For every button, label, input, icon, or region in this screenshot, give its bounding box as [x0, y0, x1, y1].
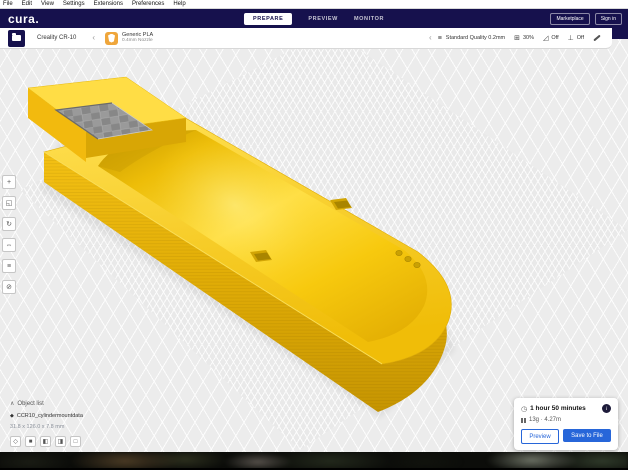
tool-panel: + ◱ ↻ ⇔ ≡ ⊘ [2, 175, 16, 294]
view-orientation-buttons: ◇ ■ ◧ ◨ □ [10, 436, 83, 447]
view-left-button[interactable]: ◧ [40, 436, 51, 447]
custom-settings-button[interactable] [592, 33, 602, 43]
per-model-settings-button[interactable]: ≡ [2, 259, 16, 273]
menu-preferences[interactable]: Preferences [132, 0, 164, 8]
caret-up-icon: ∧ [10, 401, 15, 407]
info-icon[interactable]: i [602, 404, 611, 413]
tab-monitor[interactable]: MONITOR [354, 16, 384, 22]
cura-logo: cura. [8, 11, 40, 26]
adhesion-icon: ⊥ [567, 35, 574, 42]
material-shield-icon [108, 33, 116, 43]
print-time: 1 hour 50 minutes [530, 405, 586, 412]
view-top-button[interactable]: □ [70, 436, 81, 447]
cura-window: File Edit View Settings Extensions Prefe… [0, 0, 628, 470]
video-strip-image [0, 452, 628, 470]
adhesion-value: Off [576, 35, 584, 41]
sign-in-button[interactable]: Sign in [594, 12, 622, 25]
infill-setting[interactable]: ⊞ 30% [514, 34, 534, 42]
support-blocker-button[interactable]: ⊘ [2, 280, 16, 294]
preview-button[interactable]: Preview [521, 429, 559, 444]
adhesion-setting[interactable]: ⊥ Off [568, 34, 584, 42]
menu-settings[interactable]: Settings [63, 0, 85, 8]
menu-file[interactable]: File [3, 0, 13, 8]
view-right-button[interactable]: ◨ [55, 436, 66, 447]
folder-icon [12, 33, 21, 41]
material-icon[interactable] [105, 31, 119, 45]
nozzle-size: 0.4mm Nozzle [122, 38, 153, 44]
material-selector[interactable]: Generic PLA 0.4mm Nozzle [122, 32, 153, 44]
app-header: cura. PREPARE PREVIEW MONITOR Marketplac… [0, 9, 628, 28]
scale-tool-button[interactable]: ◱ [2, 196, 16, 210]
model-name: CCR10_cylindermountdata [16, 413, 83, 419]
stage-tabs: PREPARE PREVIEW MONITOR [243, 9, 384, 28]
view-3d-button[interactable]: ◇ [10, 436, 21, 447]
model-cube-icon: ◆ [10, 413, 14, 419]
infill-icon: ⊞ [514, 35, 520, 42]
pencil-icon [593, 34, 601, 42]
video-strip [0, 452, 628, 470]
filament-icon [521, 417, 526, 423]
tab-prepare[interactable]: PREPARE [243, 12, 293, 25]
menu-edit[interactable]: Edit [22, 0, 32, 8]
marketplace-button[interactable]: Marketplace [550, 12, 590, 25]
infill-value: 30% [522, 35, 534, 41]
support-icon: ◿ [543, 35, 549, 42]
object-list-title: Object list [17, 400, 44, 407]
print-estimate-panel: ◷ 1 hour 50 minutes i 13g · 4.27m Previe… [514, 398, 618, 450]
viewport-3d[interactable]: + ◱ ↻ ⇔ ≡ ⊘ ∧ Object list ◆ CCR10_cylind… [0, 39, 628, 452]
profile-layers-icon: ≡ [437, 34, 442, 42]
support-value: Off [551, 35, 559, 41]
printer-selector[interactable]: Creality CR-10 [37, 35, 76, 41]
clock-icon: ◷ [521, 405, 528, 413]
object-list-panel: ∧ Object list ◆ CCR10_cylindermountdata … [10, 400, 83, 447]
model-dimensions: 31.8 x 126.0 x 7.8 mm [10, 424, 65, 430]
material-usage: 13g · 4.27m [529, 417, 562, 423]
support-setting[interactable]: ◿ Off [543, 34, 559, 42]
object-list-toggle[interactable]: ∧ Object list [10, 400, 83, 408]
print-settings-profile[interactable]: Standard Quality 0.2mm [446, 35, 505, 41]
menu-extensions[interactable]: Extensions [94, 0, 123, 8]
rotate-tool-button[interactable]: ↻ [2, 217, 16, 231]
mirror-tool-button[interactable]: ⇔ [2, 238, 16, 252]
header-right: Marketplace Sign in [550, 9, 622, 28]
menu-bar: File Edit View Settings Extensions Prefe… [0, 0, 628, 9]
config-toolbar: Creality CR-10 ‹ Generic PLA 0.4mm Nozzl… [0, 28, 612, 49]
save-to-file-button[interactable]: Save to File [563, 429, 611, 442]
chevron-left-icon[interactable]: ‹ [92, 34, 95, 42]
chevron-left-icon[interactable]: ‹ [429, 34, 432, 42]
object-list-item[interactable]: ◆ CCR10_cylindermountdata [10, 413, 83, 419]
view-front-button[interactable]: ■ [25, 436, 36, 447]
open-file-button[interactable] [8, 29, 25, 47]
menu-view[interactable]: View [41, 0, 54, 8]
menu-help[interactable]: Help [173, 0, 185, 8]
move-tool-button[interactable]: + [2, 175, 16, 189]
tab-preview[interactable]: PREVIEW [308, 16, 338, 22]
header-corner-block [612, 28, 628, 39]
